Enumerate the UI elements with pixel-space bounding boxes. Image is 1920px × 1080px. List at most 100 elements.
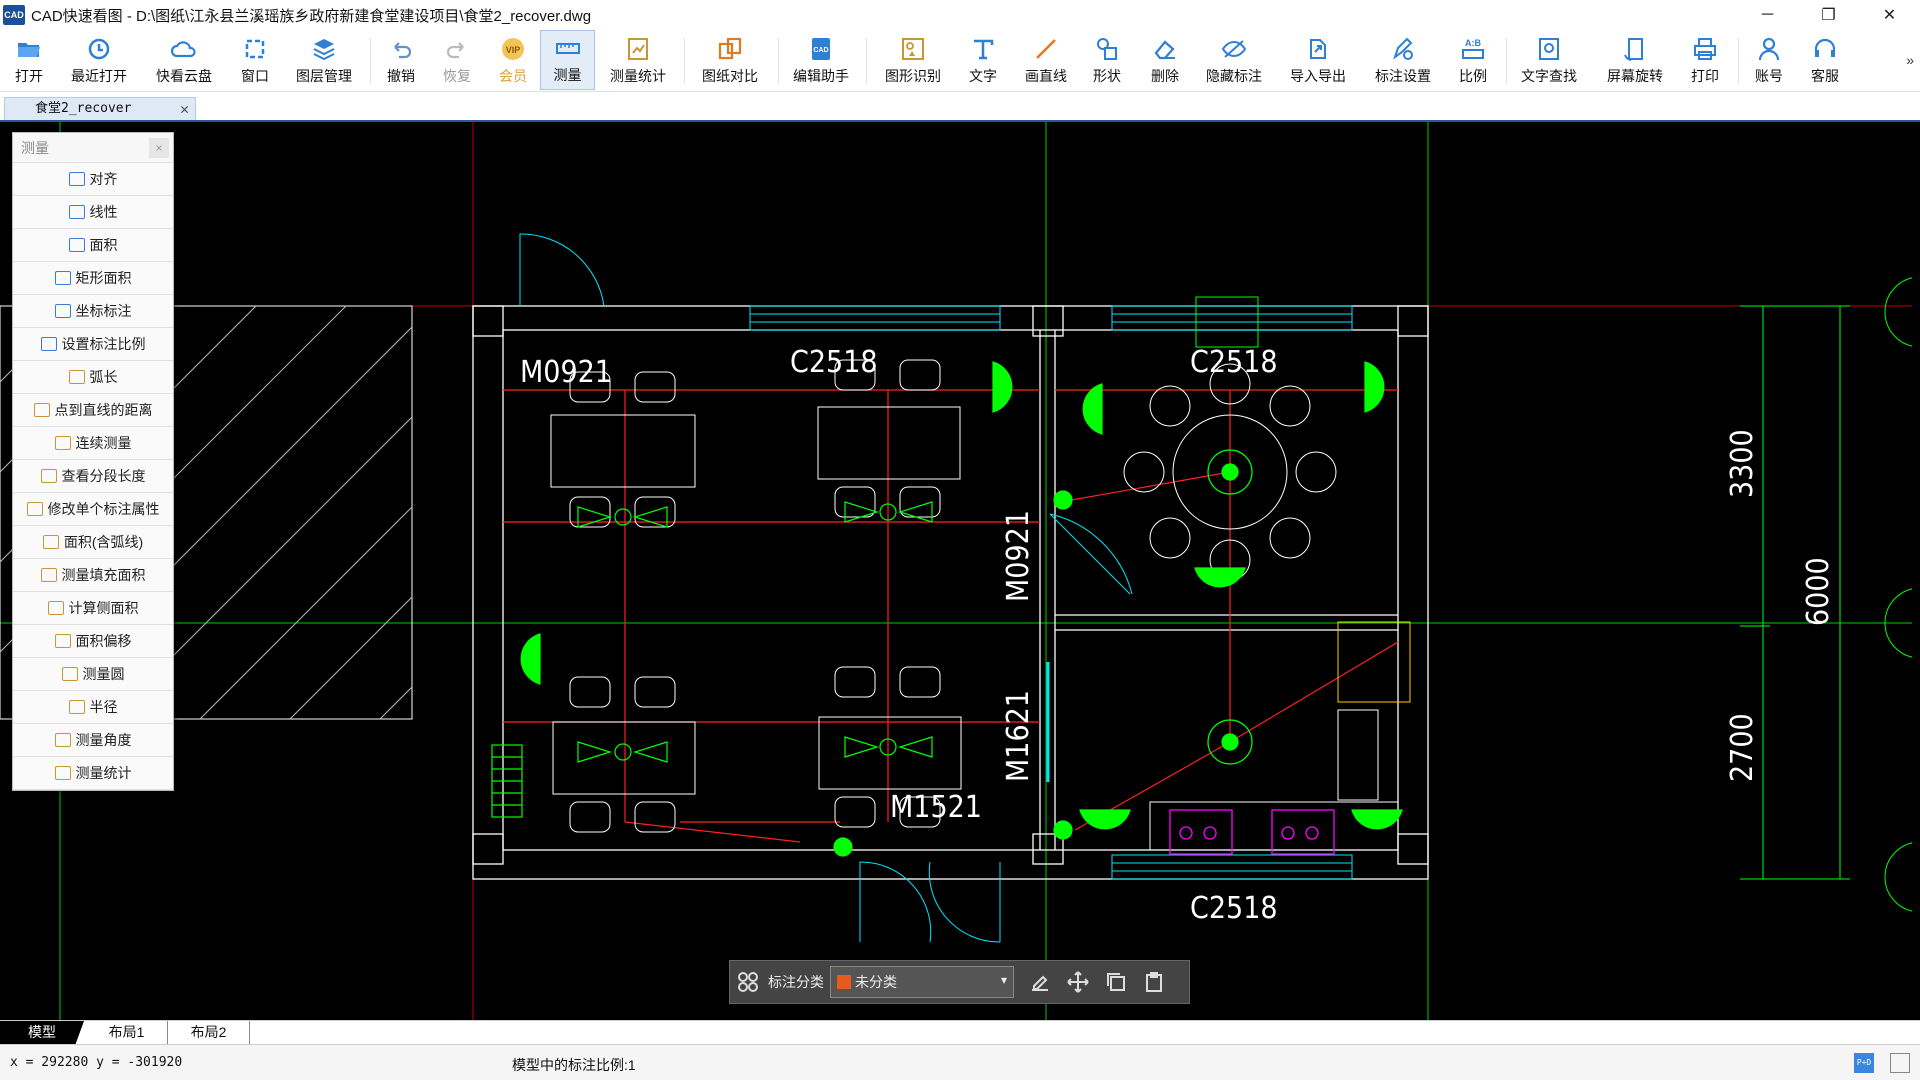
grid-apps-icon[interactable] [736, 970, 760, 994]
vip-button[interactable]: VIP 会员 [488, 30, 538, 90]
move-annotation-icon[interactable] [1066, 970, 1090, 994]
svg-text:VIP: VIP [506, 45, 521, 55]
measure-stats-button[interactable]: 测量统计 [600, 30, 676, 90]
measure-panel-header[interactable]: 测量 × [13, 133, 173, 163]
measure-area-item[interactable]: 面积 [13, 229, 173, 262]
cloud-drive-button[interactable]: 快看云盘 [148, 30, 220, 90]
printer-icon [1694, 38, 1716, 60]
scale-button[interactable]: A:B 比例 [1448, 30, 1498, 90]
shape-recognize-button[interactable]: 图形识别 [876, 30, 950, 90]
undo-icon [394, 42, 412, 59]
close-button[interactable]: ✕ [1859, 0, 1920, 30]
measure-edit-attr-item[interactable]: 修改单个标注属性 [13, 493, 173, 526]
measure-panel: 测量 × 对齐 线性 面积 矩形面积 坐标标注 设置标注比例 弧长 点到直线的距… [12, 132, 174, 791]
user-icon [1758, 37, 1780, 61]
eraser-icon [1154, 40, 1175, 60]
drawing-canvas[interactable]: M0921 C2518 C2518 C2518 M1521 M0921 M162… [0, 122, 1920, 1020]
window-button[interactable]: 窗口 [228, 30, 282, 90]
layer-manager-button[interactable]: 图层管理 [288, 30, 360, 90]
title-bar: CAD CAD快速看图 - D:\图纸\江永县兰溪瑶族乡政府新建食堂建设项目\食… [0, 0, 1920, 30]
annotation-settings-icon [1393, 37, 1413, 60]
shapes-button[interactable]: 形状 [1082, 30, 1132, 90]
measure-area-arc-item[interactable]: 面积(含弧线) [13, 526, 173, 559]
radius-icon [68, 700, 85, 714]
measure-rect-area-item[interactable]: 矩形面积 [13, 262, 173, 295]
svg-text:A:B: A:B [1465, 38, 1481, 48]
draw-line-button[interactable]: 画直线 [1016, 30, 1076, 90]
furniture [550, 296, 1411, 851]
undo-button[interactable]: 撤销 [376, 30, 426, 90]
tab-document-label: 食堂2_recover [35, 101, 132, 116]
measure-side-area-item[interactable]: 计算侧面积 [13, 592, 173, 625]
measure-linear-item[interactable]: 线性 [13, 196, 173, 229]
svg-text:CAD: CAD [813, 47, 828, 54]
paste-annotation-icon[interactable] [1142, 970, 1166, 994]
side-area-icon [47, 601, 64, 615]
tab-layout2[interactable]: 布局2 [168, 1021, 250, 1044]
import-export-button[interactable]: 导入导出 [1280, 30, 1356, 90]
measure-panel-close-icon[interactable]: × [149, 138, 169, 158]
measure-arc-length-item[interactable]: 弧长 [13, 361, 173, 394]
measure-align-icon [68, 172, 85, 186]
annotation-category-value: 未分类 [855, 974, 897, 990]
measure-coordinate-item[interactable]: 坐标标注 [13, 295, 173, 328]
edit-annotation-icon[interactable] [1028, 970, 1052, 994]
rotate-screen-button[interactable]: 屏幕旋转 [1596, 30, 1674, 90]
text-button[interactable]: 文字 [958, 30, 1008, 90]
measure-continuous-item[interactable]: 连续测量 [13, 427, 173, 460]
edit-assistant-icon: CAD [812, 38, 830, 60]
rect-area-icon [54, 271, 71, 285]
account-button[interactable]: 账号 [1744, 30, 1794, 90]
measure-stats-item[interactable]: 测量统计 [13, 757, 173, 790]
point-line-icon [33, 403, 50, 417]
tab-close-icon[interactable]: ✕ [180, 98, 189, 120]
annotation-scale-text: 模型中的标注比例:1 [512, 1057, 636, 1073]
compare-icon [718, 37, 742, 60]
measure-align-item[interactable]: 对齐 [13, 163, 173, 196]
open-button[interactable]: 打开 [2, 30, 56, 90]
measure-circle-item[interactable]: 测量圆 [13, 658, 173, 691]
delete-button[interactable]: 删除 [1140, 30, 1190, 90]
folder-open-icon [18, 43, 40, 57]
tab-model[interactable]: 模型 [0, 1021, 84, 1044]
measure-angle-item[interactable]: 测量角度 [13, 724, 173, 757]
maximize-button[interactable]: ❐ [1798, 0, 1859, 30]
fullscreen-icon[interactable] [1890, 1053, 1910, 1073]
edit-assistant-button[interactable]: CAD 编辑助手 [786, 30, 856, 90]
annotation-category-select[interactable]: 未分类 ▾ [830, 966, 1014, 998]
measure-set-scale-item[interactable]: 设置标注比例 [13, 328, 173, 361]
windows [519, 233, 1353, 943]
text-search-button[interactable]: 文字查找 [1514, 30, 1584, 90]
text-search-icon [1539, 38, 1559, 60]
vertical-scrollbar[interactable] [1912, 122, 1920, 1020]
copy-annotation-icon[interactable] [1104, 970, 1128, 994]
print-button[interactable]: 打印 [1680, 30, 1730, 90]
measure-area-offset-item[interactable]: 面积偏移 [13, 625, 173, 658]
measure-button[interactable]: 测量 [540, 30, 595, 90]
label-window-c2518-top-left: C2518 [790, 345, 878, 380]
measure-point-line-item[interactable]: 点到直线的距离 [13, 394, 173, 427]
minimize-button[interactable]: ─ [1737, 0, 1798, 30]
circle-measure-icon [61, 667, 78, 681]
measure-radius-item[interactable]: 半径 [13, 691, 173, 724]
drawing-compare-button[interactable]: 图纸对比 [694, 30, 766, 90]
cursor-coordinates: x = 292280 y = -301920 [10, 1055, 183, 1070]
set-scale-icon [40, 337, 57, 351]
label-door-m1621: M1621 [1001, 690, 1036, 782]
pd-mode-icon[interactable]: P+D [1854, 1053, 1874, 1073]
dimension-6000: 6000 [1801, 557, 1836, 626]
customer-service-button[interactable]: 客服 [1800, 30, 1850, 90]
arc-length-icon [68, 370, 85, 384]
hide-annotation-button[interactable]: 隐藏标注 [1196, 30, 1272, 90]
measure-fill-area-item[interactable]: 测量填充面积 [13, 559, 173, 592]
redo-button[interactable]: 恢复 [432, 30, 482, 90]
measure-segment-length-item[interactable]: 查看分段长度 [13, 460, 173, 493]
annotation-settings-button[interactable]: 标注设置 [1364, 30, 1442, 90]
tab-document[interactable]: 食堂2_recover ✕ [4, 97, 196, 121]
continuous-measure-icon [54, 436, 71, 450]
import-export-icon [1310, 39, 1326, 59]
tab-layout1[interactable]: 布局1 [86, 1021, 168, 1044]
recent-open-button[interactable]: 最近打开 [58, 30, 140, 90]
category-color-swatch [837, 975, 851, 989]
toolbar-more-button[interactable]: » [1906, 52, 1914, 68]
